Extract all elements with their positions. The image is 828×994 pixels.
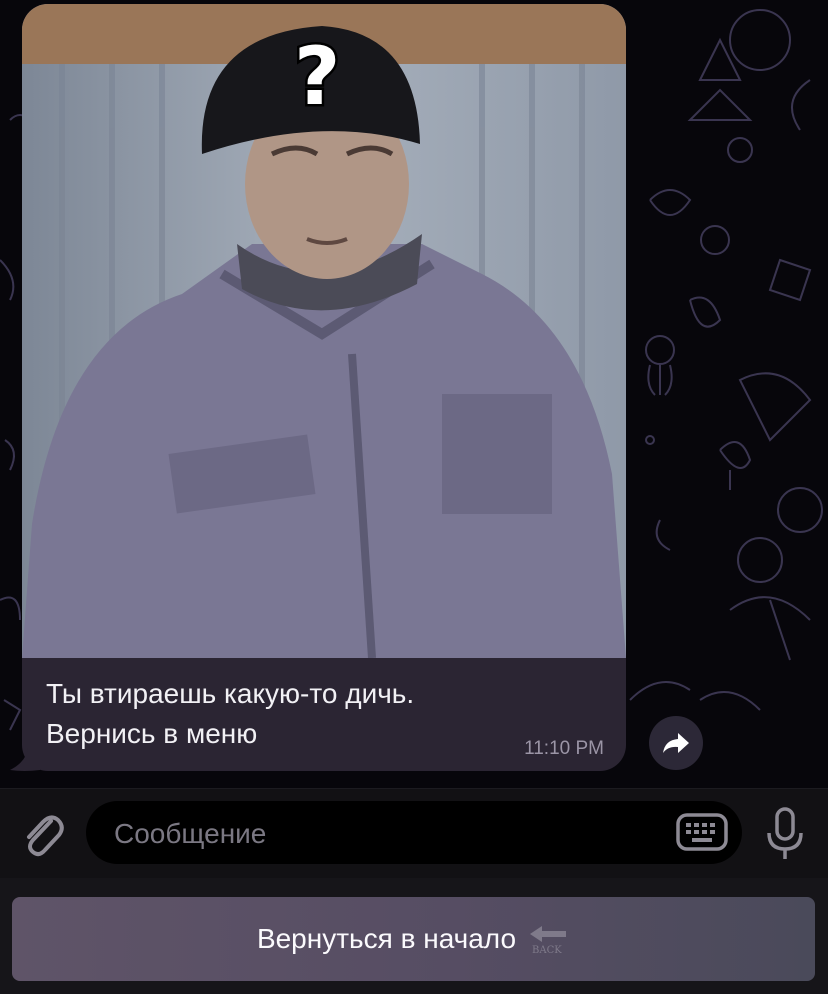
microphone-icon[interactable] — [762, 805, 808, 863]
message-text: Ты втираешь какую-то дичь. Вернись в мен… — [46, 674, 516, 754]
reply-keyboard: Вернуться в начало BACK — [0, 878, 828, 994]
keyboard-icon[interactable] — [676, 813, 728, 851]
message-line-2: Вернись в меню — [46, 718, 258, 749]
message-bubble: ? Ты втираешь какую-то дичь. Вернись в м… — [22, 4, 626, 771]
return-to-start-button[interactable]: Вернуться в начало BACK — [12, 897, 815, 981]
paperclip-icon[interactable] — [18, 807, 66, 859]
meme-photo: ? — [22, 4, 626, 658]
question-mark-sticker: ? — [294, 30, 340, 123]
message-input-container[interactable] — [86, 801, 742, 866]
message-composer — [0, 788, 828, 879]
back-arrow-icon: BACK — [530, 926, 567, 956]
return-to-start-label: Вернуться в начало — [256, 923, 517, 954]
message-line-1: Ты втираешь какую-то дичь. — [46, 678, 415, 709]
back-icon-text: BACK — [532, 945, 562, 956]
bubble-tail — [10, 748, 40, 771]
message-input[interactable] — [112, 801, 656, 866]
share-arrow-icon — [663, 733, 689, 753]
message-timestamp: 11:10 PM — [524, 738, 604, 759]
share-button[interactable] — [649, 716, 703, 770]
chat-area: ? Ты втираешь какую-то дичь. Вернись в м… — [0, 0, 828, 788]
